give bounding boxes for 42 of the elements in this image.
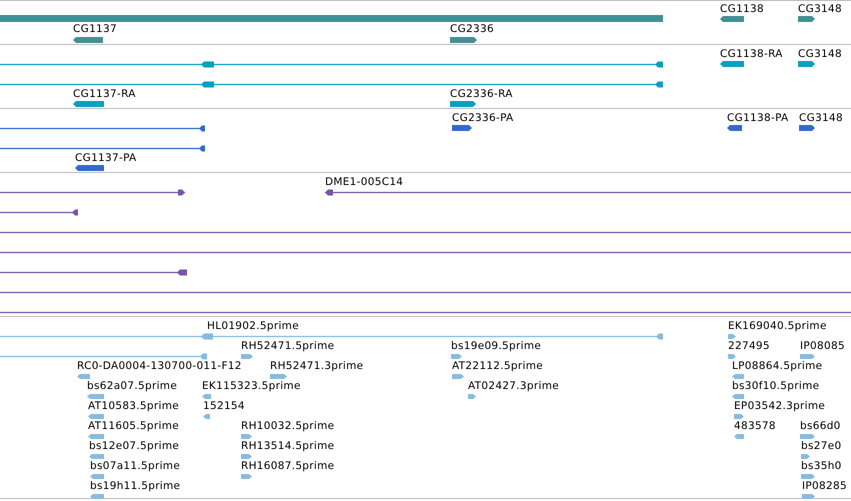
feature-label: CG1138-RA bbox=[720, 48, 783, 60]
feature-label: CG3148 bbox=[798, 3, 842, 15]
feature-label: bs35h0 bbox=[801, 460, 842, 472]
feature-label: DME1-005C14 bbox=[325, 176, 404, 188]
feature-label: EK169040.5prime bbox=[728, 320, 827, 332]
feature-label: bs27e0 bbox=[801, 440, 842, 452]
feature-label: 152154 bbox=[203, 400, 245, 412]
feature-label: CG1137-RA bbox=[73, 88, 136, 100]
feature-label: bs19e09.5prime bbox=[451, 340, 542, 352]
feature-label: AT11605.5prime bbox=[88, 420, 179, 432]
feature-label: 227495 bbox=[728, 340, 770, 352]
feature-label: RH52471.3prime bbox=[270, 360, 364, 372]
feature-label: bs66d0 bbox=[800, 420, 841, 432]
feature-label: RH13514.5prime bbox=[241, 440, 334, 452]
feature-label: CG1138 bbox=[720, 3, 764, 15]
feature-label: RH10032.5prime bbox=[241, 420, 334, 432]
feature-label: CG1137 bbox=[73, 23, 117, 35]
feature-label: CG2336 bbox=[450, 23, 494, 35]
feature-label: CG2336-RA bbox=[450, 88, 513, 100]
feature-label: CG1137-PA bbox=[75, 152, 137, 164]
feature-label: EK115323.5prime bbox=[202, 380, 301, 392]
feature-label: bs19h11.5prime bbox=[90, 480, 180, 492]
feature-label: AT02427.3prime bbox=[468, 380, 559, 392]
feature-label: bs12e07.5prime bbox=[89, 440, 180, 452]
feature-label: IP08285 bbox=[802, 480, 847, 492]
feature-label: RH52471.5prime bbox=[241, 340, 334, 352]
feature-label: CG1138-PA bbox=[727, 112, 789, 124]
feature-label: 483578 bbox=[734, 420, 776, 432]
feature-label: LP08864.5prime bbox=[732, 360, 822, 372]
feature-label: CG3148 bbox=[798, 48, 842, 60]
feature-label: bs62a07.5prime bbox=[87, 380, 178, 392]
feature-label: AT10583.5prime bbox=[88, 400, 179, 412]
feature-label: RC0-DA0004-130700-011-F12 bbox=[77, 360, 242, 372]
feature-label: bs30f10.5prime bbox=[732, 380, 820, 392]
feature-label: RH16087.5prime bbox=[241, 460, 334, 472]
feature-label: CG2336-PA bbox=[452, 112, 514, 124]
feature-label: AT22112.5prime bbox=[452, 360, 543, 372]
feature-label: IP08085 bbox=[800, 340, 845, 352]
feature-label: CG3148 bbox=[799, 112, 843, 124]
feature-label: HL01902.5prime bbox=[207, 320, 299, 332]
feature-label: EP03542.3prime bbox=[734, 400, 826, 412]
feature-label: bs07a11.5prime bbox=[90, 460, 180, 472]
